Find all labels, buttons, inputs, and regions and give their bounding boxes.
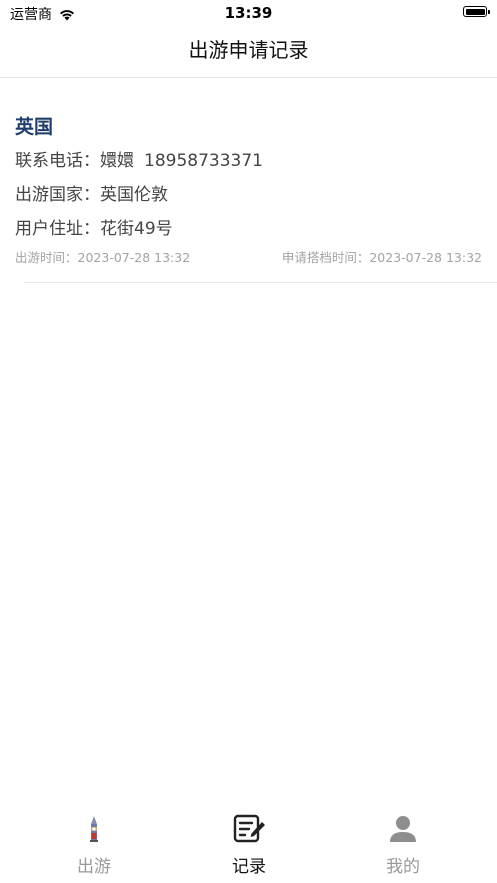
travel-time-value: 2023-07-28 13:32 xyxy=(77,250,191,265)
tab-bar: 出游 记录 我的 xyxy=(0,808,497,883)
country-value: 英国伦敦 xyxy=(100,185,168,205)
time-row: 出游时间：2023-07-28 13:32 申请搭档时间：2023-07-28 … xyxy=(15,246,482,270)
record-title: 英国 xyxy=(15,116,54,138)
address-label: 用户住址： xyxy=(15,219,100,239)
apply-time-value: 2023-07-28 13:32 xyxy=(369,250,482,265)
tab-records[interactable]: 记录 xyxy=(189,808,309,883)
record-card[interactable]: 英国 联系电话：嬛嬛 18958733371 出游国家：英国伦敦 用户住址：花街4… xyxy=(15,110,482,270)
edit-note-icon xyxy=(233,814,265,843)
battery-icon xyxy=(463,6,490,17)
country-row: 出游国家：英国伦敦 xyxy=(15,178,482,212)
phone-row: 联系电话：嬛嬛 18958733371 xyxy=(15,144,482,178)
apply-time-label: 申请搭档时间： xyxy=(281,250,370,265)
apply-time: 申请搭档时间：2023-07-28 13:32 xyxy=(282,246,482,270)
tab-travel-label: 出游 xyxy=(77,857,111,877)
person-icon xyxy=(390,816,416,842)
status-bar: 运营商 13:39 xyxy=(0,0,497,26)
page-title: 出游申请记录 xyxy=(188,38,309,62)
tab-mine[interactable]: 我的 xyxy=(343,808,463,883)
status-time: 13:39 xyxy=(224,4,273,22)
nav-bar: 出游申请记录 xyxy=(0,26,497,78)
country-label: 出游国家： xyxy=(15,185,100,205)
tab-records-label: 记录 xyxy=(232,857,266,877)
phone-label: 联系电话： xyxy=(15,151,100,171)
contact-name: 嬛嬛 xyxy=(100,151,134,171)
tab-travel[interactable]: 出游 xyxy=(34,808,154,883)
address-value: 花街49号 xyxy=(100,219,173,239)
tab-mine-label: 我的 xyxy=(386,857,420,877)
travel-time-label: 出游时间： xyxy=(15,250,78,265)
record-divider xyxy=(24,282,497,283)
travel-time: 出游时间：2023-07-28 13:32 xyxy=(15,246,190,270)
big-ben-icon xyxy=(90,816,98,842)
address-row: 用户住址：花街49号 xyxy=(15,212,482,246)
phone-number: 18958733371 xyxy=(144,151,263,171)
